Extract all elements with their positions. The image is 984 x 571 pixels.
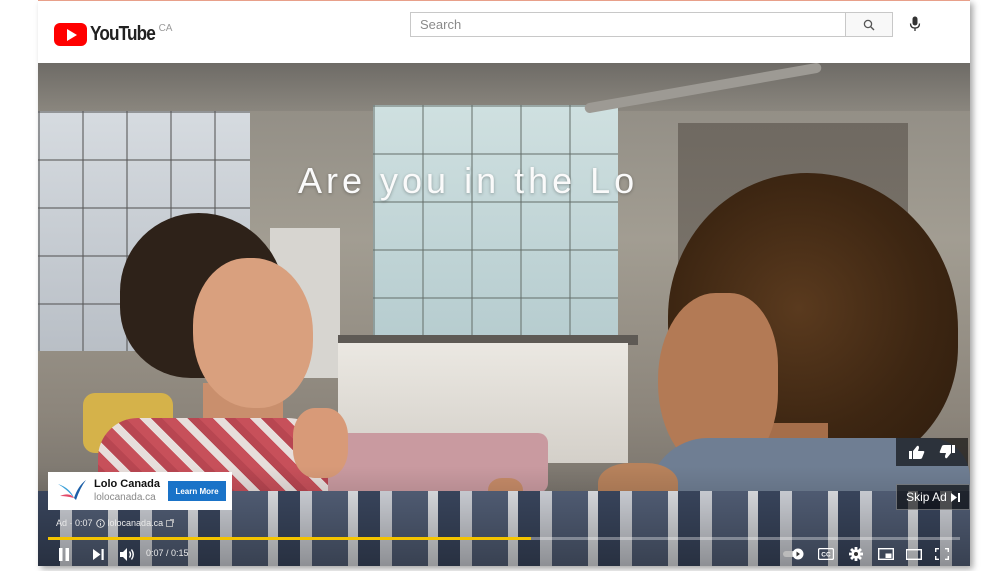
settings-button[interactable] bbox=[846, 544, 866, 564]
video-player[interactable]: Are you in the Lo Lolo Canada lolocanada… bbox=[38, 63, 970, 566]
volume-button[interactable] bbox=[118, 544, 138, 564]
search-icon bbox=[863, 19, 875, 30]
masthead: YouTube CA bbox=[38, 1, 970, 63]
player-controls: 0:07 / 0:15 CC bbox=[38, 541, 970, 566]
fullscreen-button[interactable] bbox=[932, 544, 952, 564]
youtube-play-logo-icon bbox=[54, 23, 87, 46]
video-caption-text: Are you in the Lo bbox=[298, 160, 639, 201]
learn-more-button[interactable]: Learn More bbox=[168, 481, 226, 501]
info-icon[interactable] bbox=[95, 518, 105, 528]
external-link-icon bbox=[166, 519, 174, 527]
ad-text: Lolo Canada lolocanada.ca bbox=[94, 478, 160, 504]
pause-icon bbox=[59, 547, 69, 561]
ad-domain: lolocanada.ca bbox=[94, 492, 156, 503]
logo-country-code: CA bbox=[158, 23, 173, 34]
ad-info-bar: Ad · 0:07 lolocanada.ca bbox=[56, 518, 174, 528]
search-input[interactable] bbox=[411, 13, 845, 36]
next-icon bbox=[92, 548, 104, 560]
voice-search-button[interactable] bbox=[904, 13, 926, 35]
pause-button[interactable] bbox=[56, 544, 72, 564]
youtube-window: YouTube CA Search Are you in the Lo Lolo… bbox=[38, 0, 970, 566]
volume-icon bbox=[120, 547, 134, 561]
ad-label: Ad · 0:07 bbox=[56, 518, 93, 528]
skip-ad-button[interactable]: Skip Ad bbox=[896, 484, 970, 510]
progress-bar[interactable] bbox=[48, 537, 960, 540]
miniplayer-icon bbox=[878, 548, 894, 560]
autoplay-toggle-icon bbox=[783, 548, 804, 560]
youtube-logo[interactable]: YouTube CA bbox=[54, 23, 172, 46]
mic-icon bbox=[909, 16, 921, 31]
miniplayer-button[interactable] bbox=[876, 544, 896, 564]
settings-icon bbox=[849, 547, 863, 561]
next-button[interactable] bbox=[90, 544, 106, 564]
svg-text:CC: CC bbox=[821, 552, 831, 559]
thumbs-up-icon[interactable] bbox=[909, 445, 925, 459]
captions-icon: CC bbox=[818, 548, 834, 560]
theater-icon bbox=[906, 548, 922, 560]
logo-wordmark: YouTube bbox=[90, 23, 156, 45]
ad-info-domain-link[interactable]: lolocanada.ca bbox=[108, 518, 164, 528]
lolo-bird-logo-icon bbox=[56, 476, 88, 506]
ad-rating-box bbox=[896, 438, 968, 466]
time-display: 0:07 / 0:15 bbox=[146, 548, 189, 558]
theater-mode-button[interactable] bbox=[904, 544, 924, 564]
captions-button[interactable]: CC bbox=[816, 544, 836, 564]
autoplay-toggle[interactable] bbox=[782, 544, 806, 564]
ad-card[interactable]: Lolo Canada lolocanada.ca Learn More bbox=[48, 472, 232, 510]
skip-ad-label: Skip Ad bbox=[906, 490, 947, 504]
skip-next-icon bbox=[950, 492, 960, 502]
fullscreen-icon bbox=[935, 548, 949, 560]
search-button[interactable] bbox=[845, 12, 893, 37]
ad-advertiser-name: Lolo Canada bbox=[94, 478, 161, 490]
progress-bar-played bbox=[48, 537, 532, 540]
thumbs-down-icon[interactable] bbox=[939, 445, 955, 459]
search-box bbox=[410, 12, 846, 37]
